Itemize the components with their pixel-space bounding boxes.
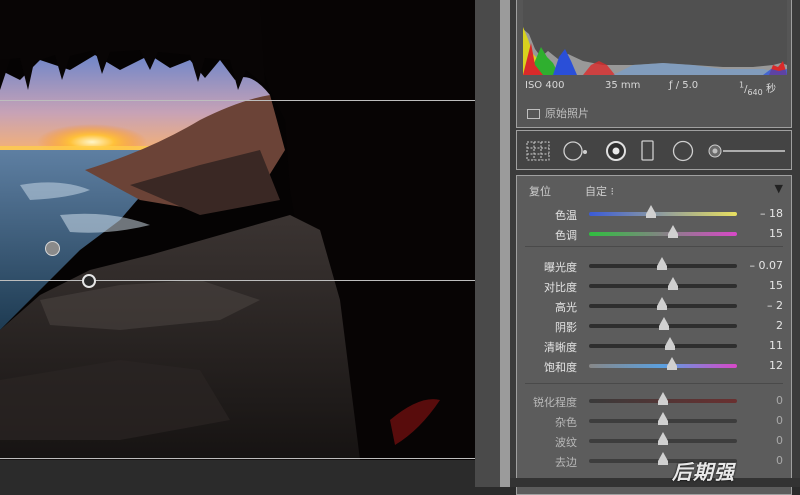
guide-line-top xyxy=(0,100,475,101)
slider-value[interactable]: 0 xyxy=(776,454,783,467)
shutter-unit: 秒 xyxy=(765,84,776,95)
slider-value[interactable]: 15 xyxy=(769,279,783,292)
photo-canvas[interactable] xyxy=(0,0,475,460)
slider-track[interactable] xyxy=(589,344,737,348)
slider-thumb[interactable] xyxy=(658,452,668,465)
slider-label: 去边 xyxy=(555,456,577,469)
slider-value[interactable]: 0 xyxy=(776,434,783,447)
original-checkbox[interactable] xyxy=(527,109,540,119)
slider-value[interactable]: – 18 xyxy=(760,207,783,220)
slider-row: 杂色 0 xyxy=(517,411,791,431)
original-label: 原始照片 xyxy=(545,107,589,120)
spot-removal-icon[interactable] xyxy=(606,141,626,161)
slider-label: 波纹 xyxy=(555,436,577,449)
tool-strip xyxy=(516,130,792,170)
shutter-numerator: 1 xyxy=(739,80,745,90)
slider-label: 杂色 xyxy=(555,416,577,429)
slider-value[interactable]: 0 xyxy=(776,394,783,407)
reset-button[interactable]: 复位 xyxy=(529,183,551,199)
shutter-denominator: 640 xyxy=(747,88,763,97)
slider-label: 对比度 xyxy=(544,281,577,294)
slider-thumb[interactable] xyxy=(658,392,668,405)
adjustment-pin-a[interactable] xyxy=(45,241,60,256)
slider-row: 清晰度 11 xyxy=(517,336,791,356)
slider-label: 曝光度 xyxy=(544,261,577,274)
show-original-toggle[interactable]: 原始照片 xyxy=(527,105,589,121)
slider-track[interactable] xyxy=(589,364,737,368)
slider-track[interactable] xyxy=(589,212,737,216)
section-divider xyxy=(525,383,783,384)
basic-adjust-panel: 复位 自定 ⁝ ▼ 色温 – 18 色调 15 曝光度 – 0.07 对比度 15 高光 – 2 阴… xyxy=(516,175,792,495)
slider-thumb[interactable] xyxy=(658,432,668,445)
slider-row: 去边 0 xyxy=(517,451,791,471)
slider-row: 阴影 2 xyxy=(517,316,791,336)
slider-row: 色调 15 xyxy=(517,224,791,244)
section-divider xyxy=(525,246,783,247)
slider-thumb[interactable] xyxy=(656,257,667,270)
histogram-panel: ISO 400 35 mm ƒ / 5.0 1/640 秒 原始照片 xyxy=(516,0,792,128)
focal-length-readout: 35 mm xyxy=(605,80,641,91)
guide-line-bottom xyxy=(0,458,475,459)
slider-label: 锐化程度 xyxy=(533,396,577,409)
slider-row: 高光 – 2 xyxy=(517,296,791,316)
basic-panel-header: 复位 自定 ⁝ ▼ xyxy=(517,176,791,198)
slider-thumb[interactable] xyxy=(668,225,679,238)
slider-label: 清晰度 xyxy=(544,341,577,354)
grid-tool-icon[interactable] xyxy=(526,141,550,161)
slider-value[interactable]: 2 xyxy=(776,319,783,332)
crop-tool-icon[interactable] xyxy=(563,141,587,161)
aperture-readout: ƒ / 5.0 xyxy=(669,80,699,91)
shutter-readout: 1/640 秒 xyxy=(739,80,776,97)
slider-value[interactable]: 11 xyxy=(769,339,783,352)
slider-label: 色调 xyxy=(555,229,577,242)
slider-thumb[interactable] xyxy=(656,297,667,310)
slider-value[interactable]: – 0.07 xyxy=(750,259,784,272)
slider-label: 饱和度 xyxy=(544,361,577,374)
slider-track[interactable] xyxy=(589,284,737,288)
slider-value[interactable]: – 2 xyxy=(767,299,783,312)
slider-track[interactable] xyxy=(589,232,737,236)
slider-row: 曝光度 – 0.07 xyxy=(517,256,791,276)
histogram-graph[interactable] xyxy=(523,0,787,75)
slider-row: 锐化程度 0 xyxy=(517,391,791,411)
slider-label: 色温 xyxy=(555,209,577,222)
slider-thumb[interactable] xyxy=(658,412,668,425)
slider-row: 饱和度 12 xyxy=(517,356,791,376)
slider-thumb[interactable] xyxy=(668,277,679,290)
radial-filter-icon[interactable] xyxy=(672,140,694,162)
preset-dropdown[interactable]: 自定 ⁝ xyxy=(585,183,614,199)
gradient-filter-icon[interactable] xyxy=(641,140,654,161)
slider-label: 阴影 xyxy=(555,321,577,334)
guide-line-middle xyxy=(0,280,475,281)
slider-row: 波纹 0 xyxy=(517,431,791,451)
slider-value[interactable]: 0 xyxy=(776,414,783,427)
slider-value[interactable]: 12 xyxy=(769,359,783,372)
slider-label: 高光 xyxy=(555,301,577,314)
panel-footer xyxy=(510,478,800,487)
slider-thumb[interactable] xyxy=(646,205,657,218)
slider-thumb[interactable] xyxy=(659,317,670,330)
slider-row: 色温 – 18 xyxy=(517,204,791,224)
panel-scroll-edge[interactable] xyxy=(500,0,510,487)
slider-value[interactable]: 15 xyxy=(769,227,783,240)
develop-panel: ISO 400 35 mm ƒ / 5.0 1/640 秒 原始照片 复位 自定… xyxy=(510,0,800,495)
adjustment-pin-b[interactable] xyxy=(82,274,96,288)
collapse-icon[interactable]: ▼ xyxy=(775,182,783,195)
photo-image xyxy=(0,0,475,460)
slider-thumb[interactable] xyxy=(666,357,677,370)
slider-row: 对比度 15 xyxy=(517,276,791,296)
watermark-logo: 后期强 xyxy=(672,460,735,484)
brush-slider[interactable] xyxy=(708,144,785,158)
slider-thumb[interactable] xyxy=(665,337,676,350)
iso-readout: ISO 400 xyxy=(525,80,565,91)
